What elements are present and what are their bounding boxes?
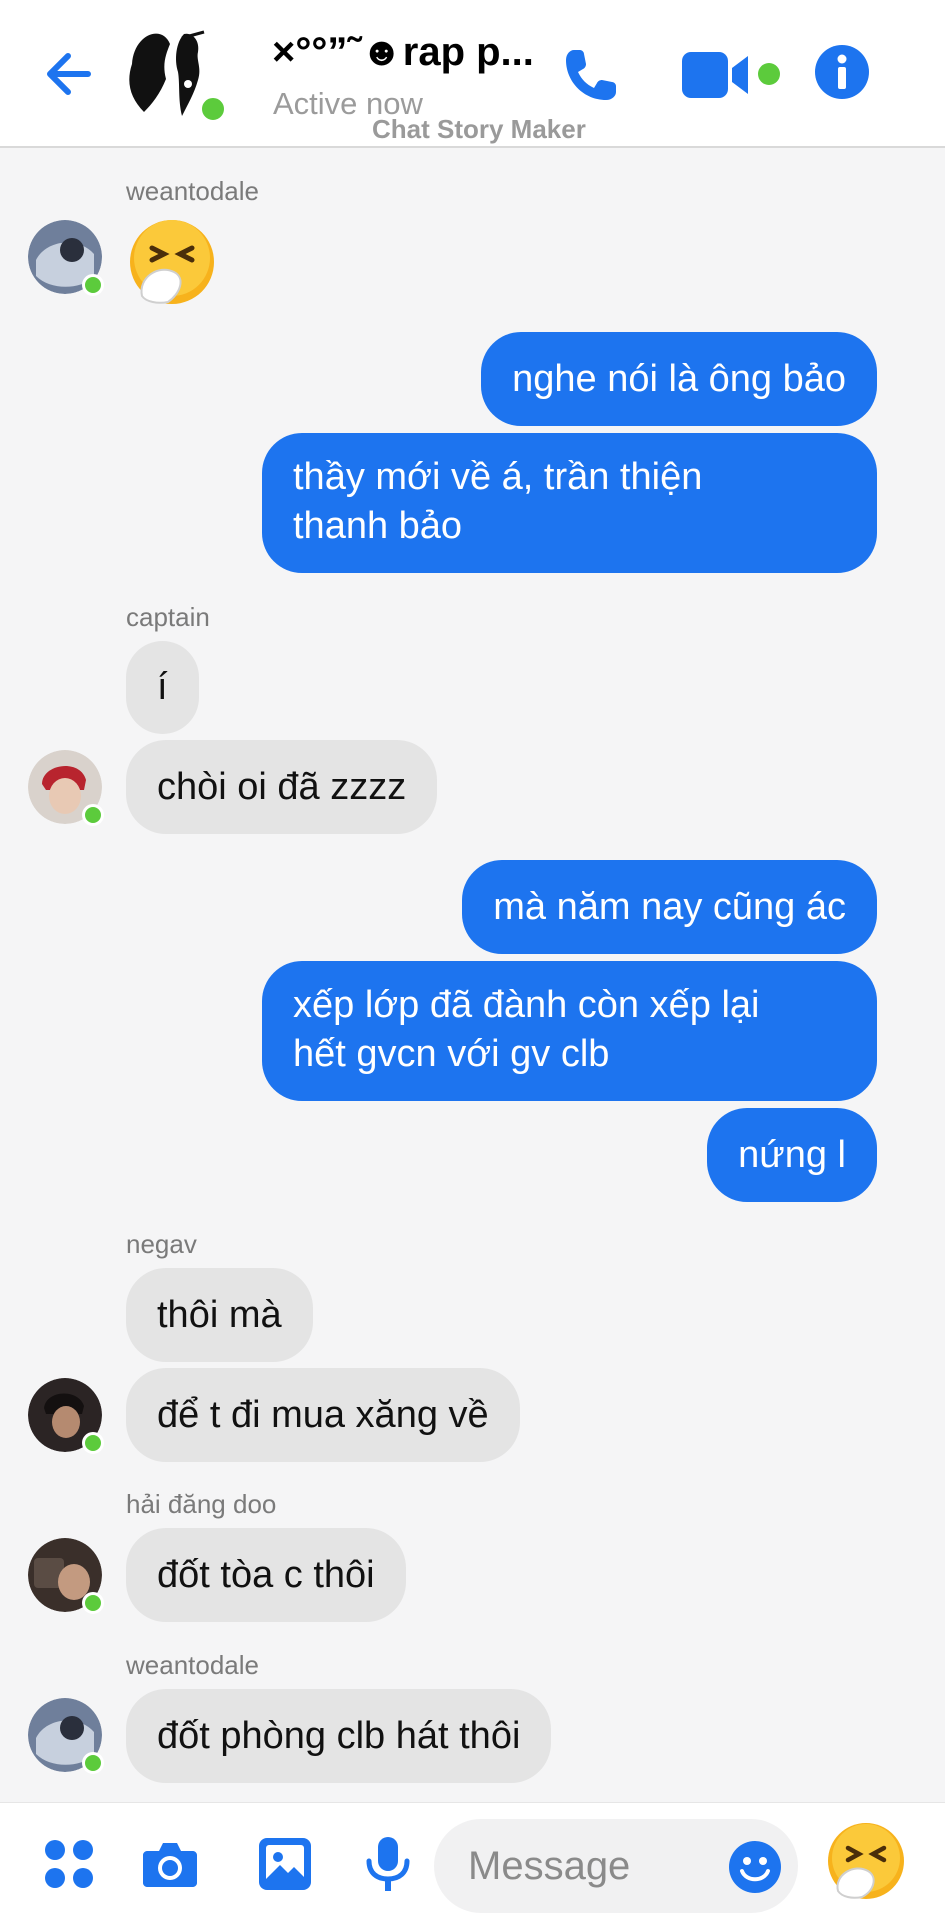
- sneezing-emoji-icon[interactable]: [128, 218, 216, 306]
- outgoing-message[interactable]: thầy mới về á, trần thiện thanh bảo: [262, 433, 877, 573]
- watermark-text: Chat Story Maker: [372, 114, 586, 144]
- message-text: thôi mà: [157, 1293, 282, 1336]
- avatar[interactable]: [28, 1378, 104, 1454]
- group-avatar[interactable]: [122, 24, 228, 124]
- apps-icon[interactable]: [40, 1835, 98, 1893]
- sender-name: captain: [126, 602, 210, 632]
- chat-header: ×°°”˜☻rap p... Active now Chat Story Mak…: [0, 0, 945, 148]
- message-text: để t đi mua xăng về: [157, 1393, 489, 1436]
- info-icon[interactable]: [814, 44, 870, 100]
- avatar[interactable]: [28, 1538, 104, 1614]
- sender-name: weantodale: [126, 176, 259, 206]
- online-indicator: [82, 274, 104, 296]
- message-text: mà năm nay cũng ác: [493, 885, 846, 928]
- sender-name: negav: [126, 1229, 197, 1259]
- smile-icon[interactable]: [728, 1840, 782, 1894]
- message-text: chòi oi đã zzzz: [157, 765, 407, 808]
- message-text: xếp lớp đã đành còn xếp lại hết gvcn với …: [293, 981, 759, 1079]
- conversation-title[interactable]: ×°°”˜☻rap p...: [272, 30, 532, 75]
- outgoing-message[interactable]: xếp lớp đã đành còn xếp lại hết gvcn với …: [262, 961, 877, 1101]
- outgoing-message[interactable]: nứng l: [707, 1108, 877, 1202]
- message-line: thanh bảo: [293, 505, 463, 547]
- incoming-message[interactable]: chòi oi đã zzzz: [126, 740, 438, 834]
- avatar[interactable]: [28, 750, 104, 826]
- photo-icon[interactable]: [256, 1835, 314, 1893]
- sender-name: weantodale: [126, 1650, 259, 1680]
- message-line: thầy mới về á, trần thiện: [293, 456, 703, 498]
- message-line: xếp lớp đã đành còn xếp lại: [293, 984, 760, 1026]
- incoming-message[interactable]: í: [126, 641, 199, 734]
- online-indicator: [198, 94, 228, 124]
- message-text: í: [157, 666, 168, 708]
- message-text: đốt tòa c thôi: [157, 1553, 375, 1596]
- message-text: thầy mới về á, trần thiện thanh bảo: [293, 453, 702, 551]
- back-arrow-icon[interactable]: [38, 46, 94, 102]
- message-text: đốt phòng clb hát thôi: [157, 1714, 521, 1757]
- microphone-icon[interactable]: [359, 1835, 417, 1893]
- message-text: nứng l: [738, 1133, 846, 1176]
- incoming-message[interactable]: thôi mà: [126, 1268, 313, 1362]
- incoming-message[interactable]: đốt phòng clb hát thôi: [126, 1689, 552, 1783]
- sneezing-emoji-icon[interactable]: [826, 1821, 906, 1901]
- video-camera-icon[interactable]: [682, 50, 754, 100]
- incoming-message[interactable]: để t đi mua xăng về: [126, 1368, 520, 1462]
- avatar[interactable]: [28, 1698, 104, 1774]
- message-input-container[interactable]: [434, 1819, 798, 1913]
- online-indicator: [82, 1592, 104, 1614]
- sender-name: hải đăng doo: [126, 1489, 277, 1519]
- camera-icon[interactable]: [141, 1835, 199, 1893]
- message-text: nghe nói là ông bảo: [512, 357, 846, 400]
- video-online-dot: [758, 63, 780, 85]
- outgoing-message[interactable]: nghe nói là ông bảo: [481, 332, 877, 426]
- message-input[interactable]: [468, 1819, 718, 1913]
- phone-icon[interactable]: [560, 44, 622, 106]
- composer-bar: [0, 1802, 945, 1920]
- incoming-message[interactable]: đốt tòa c thôi: [126, 1528, 406, 1622]
- online-indicator: [82, 804, 104, 826]
- message-line: hết gvcn với gv clb: [293, 1033, 610, 1075]
- online-indicator: [82, 1432, 104, 1454]
- avatar[interactable]: [28, 220, 104, 296]
- online-indicator: [82, 1752, 104, 1774]
- outgoing-message[interactable]: mà năm nay cũng ác: [462, 860, 877, 954]
